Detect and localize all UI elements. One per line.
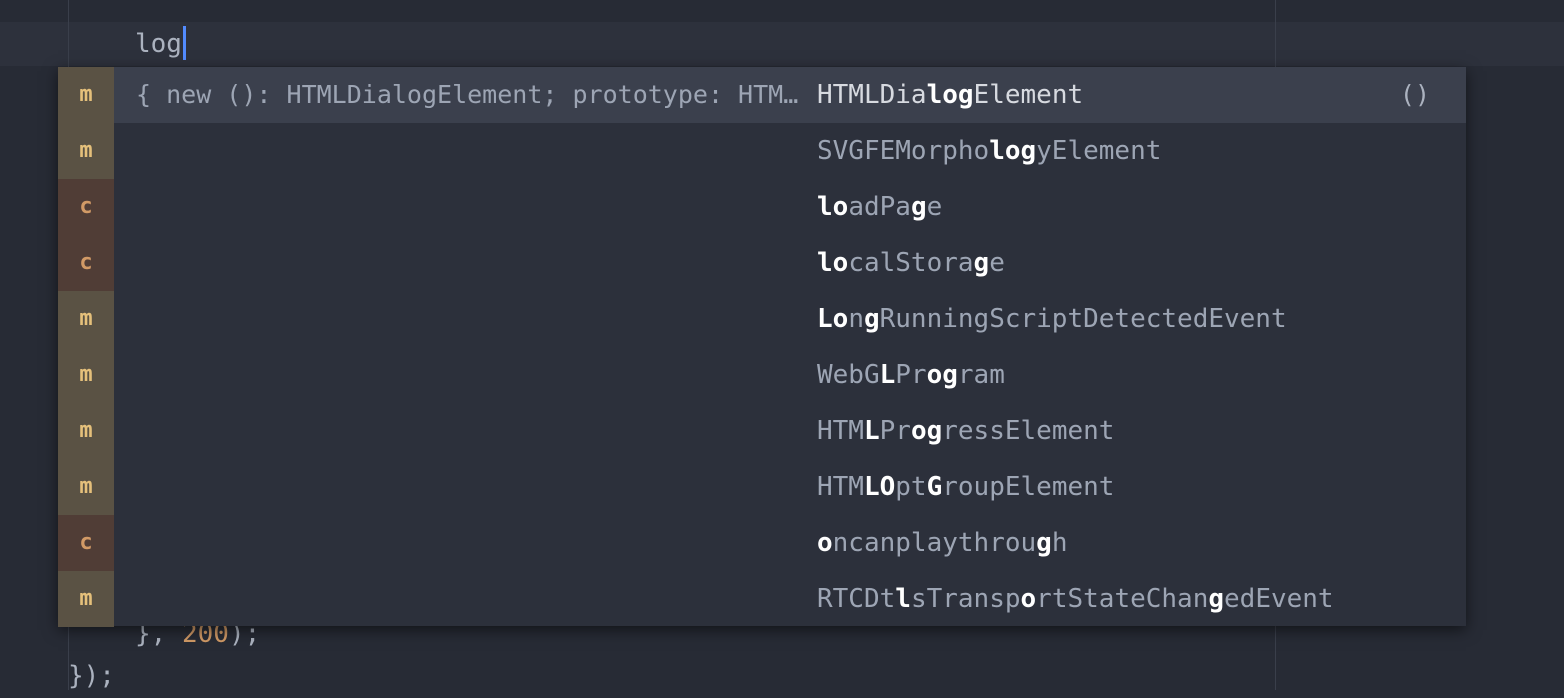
suggestion-text-part: Pr (895, 360, 927, 390)
match-highlight: g (1208, 584, 1225, 614)
match-highlight: o (1020, 584, 1037, 614)
match-highlight: lo (817, 248, 849, 278)
autocomplete-item-loadPage[interactable]: c loadPage (58, 179, 1466, 235)
constant-type-icon: c (58, 179, 114, 235)
suggestion-text-part: HTM (817, 416, 864, 446)
suggestion-text-part: WebG (817, 360, 880, 390)
suggestion-type-signature: { new (): HTMLDialogElement; prototype: … (136, 80, 799, 109)
match-highlight: l (895, 584, 911, 614)
suggestion-text-part: HTM (817, 472, 864, 502)
suggestion-text-part: sTransp (910, 584, 1021, 614)
suggestion-text-part: Element (973, 80, 1084, 110)
match-highlight: og (926, 360, 958, 390)
method-type-icon: m (58, 291, 114, 347)
code-editor[interactable]: log }, 200); }); m{ new (): HTMLDialogEl… (0, 0, 1564, 691)
suggestion-text: loadPage (817, 179, 942, 235)
suggestion-right-label: () (1399, 80, 1430, 109)
match-highlight: g (863, 304, 880, 334)
text-cursor (182, 25, 186, 60)
autocomplete-popup[interactable]: m { new (): HTMLDialogElement; prototype:… (58, 67, 1466, 627)
match-highlight: LO (863, 472, 896, 502)
suggestion-text-part: roupElement (942, 472, 1115, 502)
autocomplete-item-SVGFEMorphologyElement[interactable]: m SVGFEMorphologyElement (58, 123, 1466, 179)
suggestion-text-part: edEvent (1224, 584, 1334, 614)
match-highlight: L (863, 416, 880, 446)
autocomplete-item-WebGLProgram[interactable]: m WebGLProgram (58, 347, 1466, 403)
autocomplete-item-HTMLOptGroupElement[interactable]: m HTMLOptGroupElement (58, 459, 1466, 515)
active-line-highlight (0, 22, 1564, 66)
match-highlight: og (910, 416, 943, 446)
suggestion-text-part: calStora (848, 248, 974, 278)
constant-type-icon: c (58, 515, 114, 571)
method-type-icon: m (58, 403, 114, 459)
autocomplete-item-HTMLProgressElement[interactable]: m HTMLProgressElement (58, 403, 1466, 459)
suggestion-text-part: n (848, 304, 864, 334)
match-highlight: log (989, 136, 1037, 166)
method-type-icon: m (58, 123, 114, 179)
autocomplete-item-HTMLDialogElement[interactable]: m { new (): HTMLDialogElement; prototype:… (58, 67, 1466, 123)
match-highlight: log (926, 80, 974, 110)
autocomplete-item-RTCDtlsTransportStateChangedEvent[interactable]: m RTCDtlsTransportStateChangedEvent (58, 571, 1466, 627)
code-line[interactable]: }); (68, 654, 115, 698)
suggestion-text: localStorage (817, 235, 1005, 291)
match-highlight: G (926, 472, 943, 502)
autocomplete-item-oncanplaythrough[interactable]: c oncanplaythrough (58, 515, 1466, 571)
match-highlight: g (1036, 528, 1052, 558)
suggestion-text-part: ram (957, 360, 1005, 390)
suggestion-text: HTMLProgressElement (817, 403, 1114, 459)
suggestion-text-part: HTMLDia (817, 80, 927, 110)
suggestion-text-part: e (926, 192, 943, 222)
typed-text: log (135, 29, 182, 59)
suggestion-text: WebGLProgram (817, 347, 1005, 403)
suggestion-text: SVGFEMorphologyElement (817, 123, 1161, 179)
match-highlight: Lo (817, 304, 849, 334)
suggestion-text-part: ressElement (942, 416, 1115, 446)
method-type-icon: m (58, 347, 114, 403)
match-highlight: L (879, 360, 896, 390)
method-type-icon: m (58, 67, 114, 123)
autocomplete-item-localStorage[interactable]: c localStorage (58, 235, 1466, 291)
match-highlight: g (973, 248, 990, 278)
suggestion-text-part: RunningScriptDetectedEvent (879, 304, 1287, 334)
suggestion-text-part: RTCDt (817, 584, 896, 614)
match-highlight: o (817, 528, 833, 558)
suggestion-text-part: Pr (879, 416, 911, 446)
suggestion-text: HTMLDialogElement (817, 67, 1083, 123)
autocomplete-item-LongRunningScriptDetectedEvent[interactable]: m LongRunningScriptDetectedEvent (58, 291, 1466, 347)
suggestion-text: RTCDtlsTransportStateChangedEvent (817, 571, 1334, 627)
active-code-line[interactable]: log (135, 22, 186, 66)
suggestion-text-part: pt (895, 472, 927, 502)
method-type-icon: m (58, 459, 114, 515)
match-highlight: lo (817, 192, 849, 222)
suggestion-text-part: SVGFEMorpho (817, 136, 990, 166)
suggestion-text-part: ncanplaythrou (832, 528, 1037, 558)
method-type-icon: m (58, 571, 114, 627)
suggestion-text-part: h (1051, 528, 1068, 558)
suggestion-text-part: rtStateChan (1036, 584, 1209, 614)
suggestion-text-part: yElement (1036, 136, 1162, 166)
suggestion-text: oncanplaythrough (817, 515, 1067, 571)
suggestion-text-part: adPa (848, 192, 911, 222)
suggestion-text: LongRunningScriptDetectedEvent (817, 291, 1287, 347)
suggestion-text: HTMLOptGroupElement (817, 459, 1114, 515)
constant-type-icon: c (58, 235, 114, 291)
match-highlight: g (910, 192, 927, 222)
suggestion-text-part: e (989, 248, 1005, 278)
